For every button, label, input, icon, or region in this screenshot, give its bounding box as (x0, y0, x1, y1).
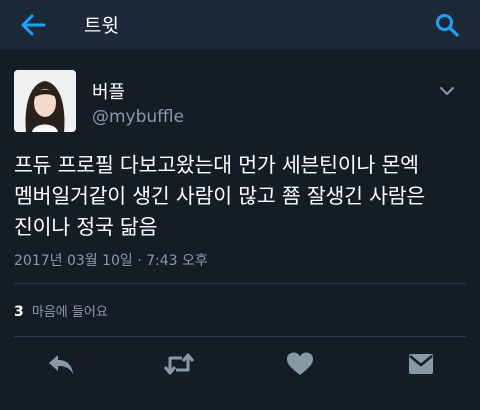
page-title: 트윗 (84, 15, 119, 37)
reply-icon (49, 355, 73, 374)
tweet-text-line: 프듀 프로필 다보고왔는대 먼가 세븐틴이나 몬엑 (14, 153, 419, 177)
like-button[interactable] (283, 351, 317, 379)
profile-photo (14, 70, 76, 132)
user-handle[interactable]: @mybuffle (92, 107, 184, 127)
direct-message-button[interactable] (404, 351, 438, 379)
direct-message-icon (409, 354, 433, 374)
top-bar: 트윗 (0, 0, 480, 51)
likes-summary[interactable]: 3 마음에 들어요 (14, 301, 108, 320)
reply-button[interactable] (44, 351, 78, 379)
retweet-icon (163, 353, 195, 375)
avatar[interactable] (14, 70, 76, 132)
search-button[interactable] (434, 12, 460, 38)
tweet-menu-button[interactable] (438, 82, 456, 95)
retweet-button[interactable] (162, 351, 196, 379)
back-button[interactable] (18, 12, 48, 38)
divider (14, 336, 466, 337)
tweet-text-line: 진이나 정국 닮음 (14, 215, 158, 239)
display-name[interactable]: 버플 (92, 78, 125, 104)
arrow-left-icon (21, 14, 46, 36)
divider (14, 283, 466, 284)
search-icon (436, 14, 459, 37)
likes-count: 3 (14, 304, 24, 320)
heart-icon (287, 352, 313, 375)
tweet-text-line: 멤버일거같이 생긴 사람이 많고 쬼 잘생긴 사람은 (14, 184, 426, 208)
likes-label: 마음에 들어요 (31, 305, 108, 320)
tweet-text: 프듀 프로필 다보고왔는대 먼가 세븐틴이나 몬엑 멤버일거같이 생긴 사람이 … (14, 150, 470, 243)
tweet-timestamp: 2017년 03월 10일 · 7:43 오후 (14, 253, 208, 269)
chevron-down-icon (440, 87, 454, 95)
